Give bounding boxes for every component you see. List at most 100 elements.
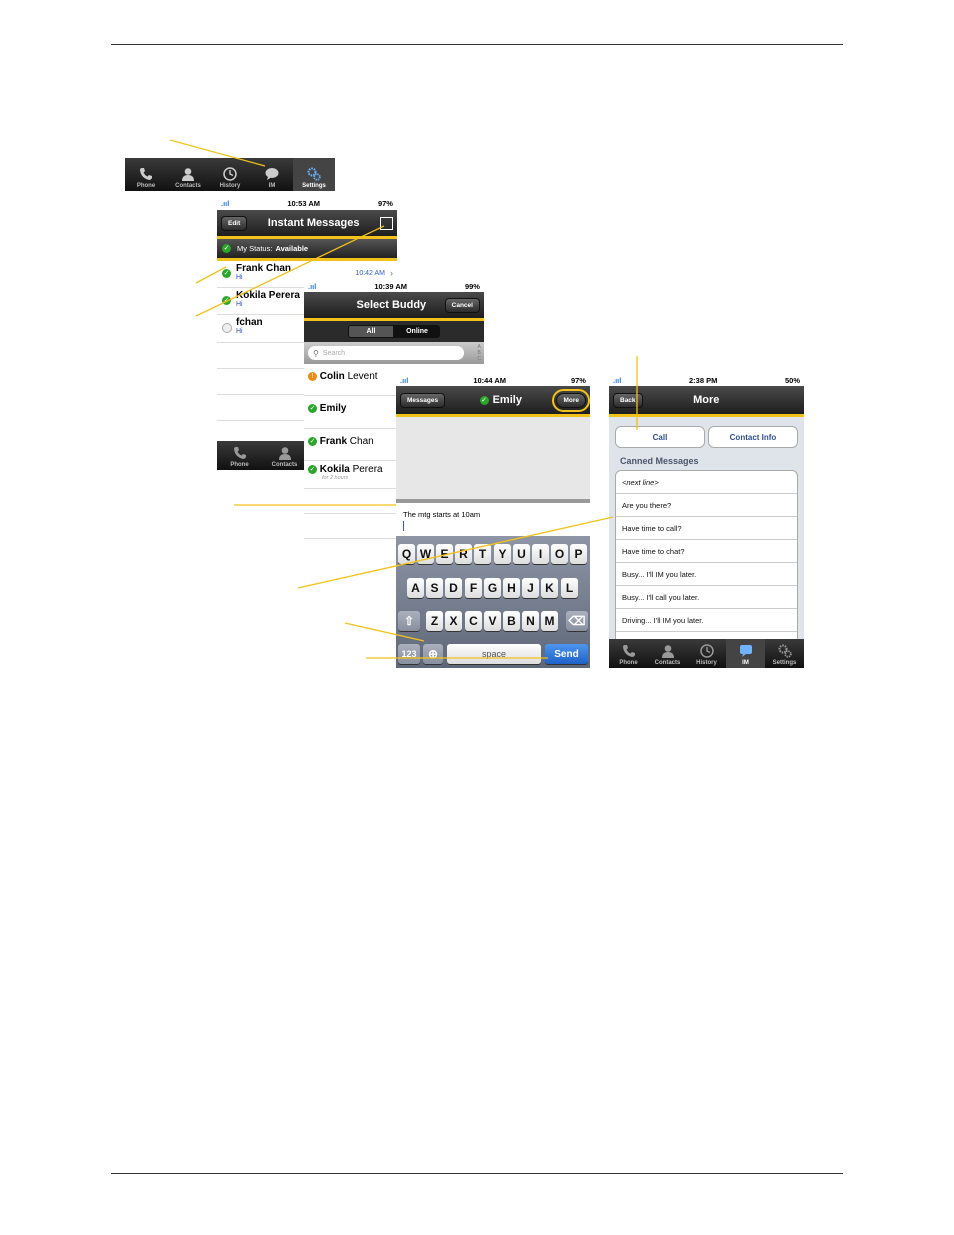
online-status-icon: ✓ <box>222 296 231 305</box>
canned-message-item[interactable]: Are you there? <box>616 494 797 517</box>
key-y[interactable]: Y <box>494 544 511 564</box>
segment-online[interactable]: Online <box>394 325 440 338</box>
tab-contacts[interactable]: Contacts <box>167 158 209 191</box>
battery-level: 97% <box>570 375 586 385</box>
online-status-icon: ✓ <box>308 403 317 413</box>
tab-contacts[interactable]: Contacts <box>648 639 687 668</box>
contact-info-button[interactable]: Contact Info <box>708 426 798 448</box>
keyboard-keys: Q W E R T Y U I O P A S D F G H J K L ⇧ … <box>396 536 590 668</box>
canned-message-item[interactable]: Busy... I'll IM you later. <box>616 563 797 586</box>
key-e[interactable]: E <box>436 544 453 564</box>
tab-contacts[interactable]: Contacts <box>262 441 307 470</box>
search-placeholder: Search <box>322 349 346 357</box>
tab-settings[interactable]: Settings <box>293 158 335 191</box>
battery-level: 99% <box>464 281 480 291</box>
tab-phone[interactable]: Phone <box>609 639 648 668</box>
key-v[interactable]: V <box>484 611 501 631</box>
tab-label: IM <box>742 660 749 666</box>
key-f[interactable]: F <box>465 578 482 598</box>
tab-label: Settings <box>772 660 797 666</box>
key-k[interactable]: K <box>541 578 558 598</box>
edit-button[interactable]: Edit <box>221 215 248 231</box>
index-bar[interactable]: A B C <box>477 344 481 362</box>
numbers-key[interactable]: 123 <box>398 644 420 664</box>
tab-phone[interactable]: Phone <box>217 441 262 470</box>
key-n[interactable]: N <box>522 611 539 631</box>
key-c[interactable]: C <box>465 611 482 631</box>
my-status-value: Available <box>275 244 309 253</box>
key-l[interactable]: L <box>561 578 578 598</box>
chevron-right-icon: › <box>390 268 393 278</box>
status-time: 2:38 PM <box>688 375 718 385</box>
buddy-first-name: Colin <box>319 371 345 382</box>
tab-label: Contacts <box>271 462 298 468</box>
canned-message-item[interactable]: Have time to call? <box>616 517 797 540</box>
nav-bar: Back More <box>609 386 804 417</box>
status-bar: .ııl 2:38 PM 50% <box>609 374 804 386</box>
messages-back-button[interactable]: Messages <box>400 392 446 408</box>
key-h[interactable]: H <box>503 578 520 598</box>
status-bar: .ııl 10:39 AM 99% <box>304 280 484 292</box>
key-r[interactable]: R <box>455 544 472 564</box>
canned-message-item[interactable]: <next line> <box>616 471 797 494</box>
key-q[interactable]: Q <box>398 544 415 564</box>
offline-status-icon <box>222 323 232 333</box>
segment-bar: All Online <box>304 321 484 342</box>
tab-phone[interactable]: Phone <box>125 158 167 191</box>
shift-key[interactable]: ⇧ <box>398 611 420 631</box>
tab-label: History <box>696 660 717 666</box>
key-a[interactable]: A <box>407 578 424 598</box>
buddy-first-name: Emily <box>319 403 347 414</box>
canned-message-item[interactable]: Have time to chat? <box>616 540 797 563</box>
key-o[interactable]: O <box>551 544 568 564</box>
canned-message-item[interactable]: Driving... I'll IM you later. <box>616 609 797 632</box>
key-m[interactable]: M <box>541 611 558 631</box>
status-time: 10:39 AM <box>374 281 407 291</box>
message-text: The mtg starts at 10am <box>403 510 481 519</box>
text-cursor <box>403 521 404 531</box>
space-key[interactable]: space <box>447 644 541 664</box>
call-button[interactable]: Call <box>615 426 705 448</box>
status-bar: .ııl 10:44 AM 97% <box>396 374 590 386</box>
signal-icon: .ııl <box>221 199 230 208</box>
key-w[interactable]: W <box>417 544 434 564</box>
canned-message-item[interactable]: Busy... I'll call you later. <box>616 586 797 609</box>
cancel-button[interactable]: Cancel <box>444 297 480 313</box>
back-button[interactable]: Back <box>613 392 643 408</box>
key-p[interactable]: P <box>570 544 587 564</box>
key-x[interactable]: X <box>445 611 462 631</box>
page-title: Emily <box>492 394 522 406</box>
signal-icon: .ııl <box>308 281 317 291</box>
key-z[interactable]: Z <box>426 611 443 631</box>
history-clock-icon <box>699 644 714 658</box>
tab-history[interactable]: History <box>687 639 726 668</box>
tab-im[interactable]: IM <box>251 158 293 191</box>
online-status-icon: ✓ <box>479 395 489 405</box>
more-button[interactable]: More <box>552 388 590 412</box>
key-u[interactable]: U <box>513 544 530 564</box>
key-s[interactable]: S <box>426 578 443 598</box>
tab-history[interactable]: History <box>209 158 251 191</box>
segment-all[interactable]: All <box>348 325 394 338</box>
key-g[interactable]: G <box>484 578 501 598</box>
search-icon: ⚲ <box>313 348 319 358</box>
my-status-bar[interactable]: ✓ My Status: Available <box>217 239 397 261</box>
page-title: Select Buddy <box>356 299 427 311</box>
tab-im[interactable]: IM <box>726 639 765 668</box>
key-d[interactable]: D <box>445 578 462 598</box>
key-j[interactable]: J <box>522 578 539 598</box>
backspace-key[interactable]: ⌫ <box>566 611 588 631</box>
send-button[interactable]: Send <box>545 644 588 664</box>
tab-settings[interactable]: Settings <box>765 639 804 668</box>
gear-icon <box>778 644 792 658</box>
globe-icon[interactable]: ⊕ <box>423 644 443 664</box>
key-i[interactable]: I <box>532 544 549 564</box>
page-title: More <box>693 394 720 406</box>
search-bar: ⚲ Search <box>304 342 484 364</box>
gear-icon <box>307 167 321 181</box>
key-t[interactable]: T <box>474 544 491 564</box>
chat-bubble-icon <box>265 168 279 180</box>
key-b[interactable]: B <box>503 611 520 631</box>
compose-icon[interactable] <box>379 216 393 230</box>
search-field[interactable]: ⚲ Search <box>308 346 464 360</box>
